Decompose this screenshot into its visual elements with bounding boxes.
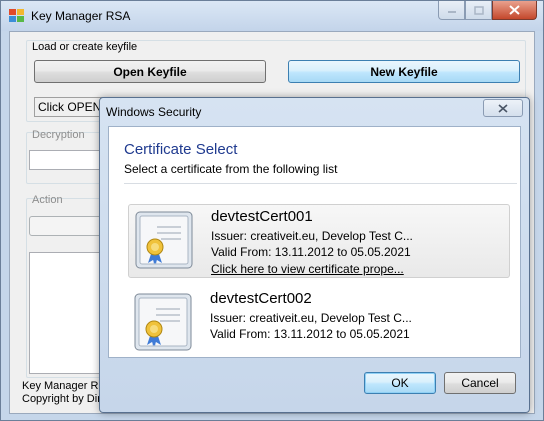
close-button[interactable] (492, 1, 537, 20)
main-titlebar[interactable]: Key Manager RSA (1, 1, 543, 31)
divider (124, 183, 517, 184)
decryption-label: Decryption (32, 129, 85, 141)
view-certificate-properties-link[interactable]: Click here to view certificate prope... (211, 262, 404, 276)
minimize-button[interactable] (438, 1, 465, 20)
window-title: Key Manager RSA (31, 9, 131, 23)
dialog-title: Windows Security (106, 105, 202, 119)
decryption-input[interactable] (29, 150, 109, 170)
load-group-label: Load or create keyfile (32, 41, 138, 53)
dialog-footer: OK Cancel (108, 358, 521, 406)
certificate-name: devtestCert002 (210, 290, 312, 307)
ok-button[interactable]: OK (364, 372, 436, 394)
maximize-button[interactable] (465, 1, 492, 20)
certificate-validity: Valid From: 13.11.2012 to 05.05.2021 (211, 245, 411, 259)
caption-buttons (438, 1, 537, 21)
cancel-button[interactable]: Cancel (444, 372, 516, 394)
action-label: Action (32, 194, 63, 206)
dialog-heading: Certificate Select (124, 141, 238, 158)
new-keyfile-button[interactable]: New Keyfile (288, 60, 520, 83)
certificate-issuer: Issuer: creativeit.eu, Develop Test C... (211, 229, 413, 243)
footer-copyright-text: Copyright by Dirk (22, 393, 107, 405)
dialog-close-button[interactable] (483, 99, 523, 117)
certificate-validity: Valid From: 13.11.2012 to 05.05.2021 (210, 327, 410, 341)
footer-product-text: Key Manager RS (22, 380, 106, 392)
certificate-issuer: Issuer: creativeit.eu, Develop Test C... (210, 311, 412, 325)
certificate-name: devtestCert001 (211, 208, 313, 225)
app-icon (9, 9, 24, 22)
dialog-subheading: Select a certificate from the following … (124, 162, 338, 176)
action-output[interactable] (29, 252, 109, 374)
open-keyfile-button[interactable]: Open Keyfile (34, 60, 266, 83)
maximize-icon (473, 5, 484, 15)
windows-security-dialog: Windows Security Certificate Select Sele… (99, 97, 530, 413)
minimize-icon (447, 11, 456, 13)
dialog-body: Certificate Select Select a certificate … (108, 126, 521, 358)
certificate-item-devtestcert002[interactable]: devtestCert002 Issuer: creativeit.eu, De… (128, 287, 510, 361)
action-button[interactable] (29, 216, 109, 236)
close-icon (498, 103, 508, 113)
certificate-ribbon-icon (134, 293, 192, 351)
certificate-ribbon-icon (135, 211, 193, 269)
certificate-item-devtestcert001[interactable]: devtestCert001 Issuer: creativeit.eu, De… (128, 204, 510, 278)
close-icon (509, 5, 520, 15)
